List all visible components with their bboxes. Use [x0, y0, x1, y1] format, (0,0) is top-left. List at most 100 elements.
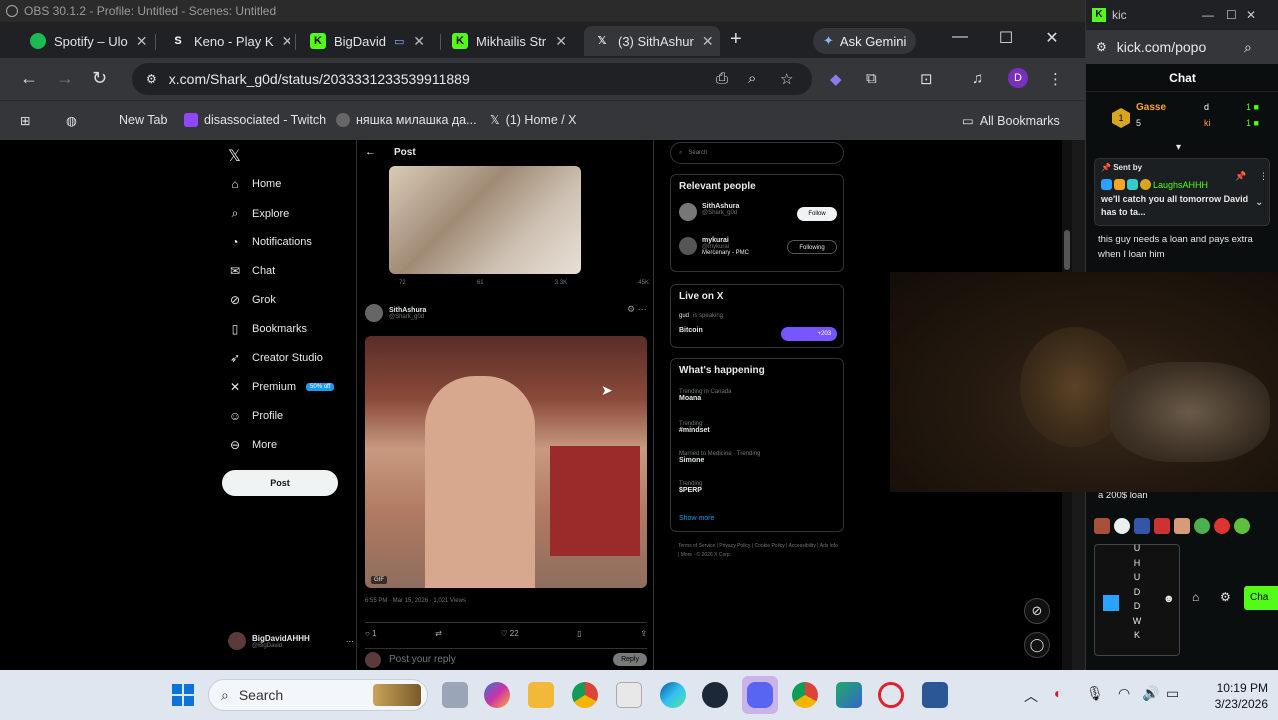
- live-on-x[interactable]: Live on X gud is speaking Bitcoin +203: [670, 284, 844, 348]
- tab-search-icon[interactable]: ⊡: [920, 70, 933, 88]
- maximize-button[interactable]: ☐: [996, 28, 1016, 48]
- follow-button[interactable]: Follow: [797, 207, 837, 221]
- install-app-icon[interactable]: ⎙: [716, 70, 728, 87]
- emote-icon[interactable]: [1094, 518, 1110, 534]
- emote-icon[interactable]: [1114, 518, 1130, 534]
- steam-icon[interactable]: [702, 682, 728, 708]
- close-icon[interactable]: ✕: [282, 33, 291, 50]
- battery-icon[interactable]: ▭: [1166, 685, 1179, 702]
- menu-icon[interactable]: ⋮: [1048, 70, 1063, 88]
- tab-mikhailis[interactable]: K Mikhailis Str ✕: [442, 26, 577, 56]
- chevron-down-icon[interactable]: ⌄: [1255, 197, 1263, 208]
- emote-icon[interactable]: [1154, 518, 1170, 534]
- address-bar[interactable]: ⚙ x.com/Shark_g0d/status/203333123353991…: [132, 63, 812, 95]
- tab-x-sithashura[interactable]: 𝕏 (3) SithAshur ✕: [584, 26, 720, 56]
- repost-icon[interactable]: ⇄: [435, 629, 442, 638]
- task-view-icon[interactable]: [442, 682, 468, 708]
- profile-avatar[interactable]: D: [1008, 68, 1028, 88]
- chat-input[interactable]: UHUDDWK ☻: [1094, 543, 1180, 656]
- microphone-icon[interactable]: 🎙: [1086, 685, 1104, 702]
- extensions-puzzle-icon[interactable]: ⧉: [866, 70, 877, 87]
- chevron-up-icon[interactable]: ︿: [1024, 686, 1038, 706]
- nav-profile[interactable]: ☺ Profile: [228, 409, 283, 423]
- site-info-icon[interactable]: ⚙: [1096, 40, 1107, 54]
- photos-icon[interactable]: [836, 682, 862, 708]
- edge-icon[interactable]: [660, 682, 686, 708]
- nav-explore[interactable]: ⌕ Explore: [228, 206, 290, 221]
- file-explorer-icon[interactable]: [528, 682, 554, 708]
- like-stat[interactable]: 3.3K: [555, 280, 567, 286]
- tab-keno[interactable]: S Keno - Play K ✕: [160, 26, 290, 56]
- post-button[interactable]: Post: [222, 470, 338, 496]
- apps-icon[interactable]: ⊞: [20, 113, 30, 128]
- share-icon[interactable]: ⇪: [640, 629, 647, 638]
- post-video[interactable]: GIF ➤: [365, 336, 647, 588]
- nav-bookmarks[interactable]: ▯ Bookmarks: [228, 322, 307, 336]
- reply-input[interactable]: Post your reply: [389, 654, 456, 665]
- more-icon[interactable]: ⚙ ···: [627, 304, 647, 315]
- views-stat[interactable]: 45K: [638, 280, 649, 286]
- site-info-icon[interactable]: ⚙: [146, 72, 157, 86]
- bookmark-new-tab[interactable]: New Tab: [119, 113, 167, 127]
- bookmark-star-icon[interactable]: ☆: [780, 70, 793, 88]
- trend-item[interactable]: Trending in Canada Moana: [679, 389, 837, 402]
- pinned-message[interactable]: 📌 Sent by LaughsAHHH we'll catch you all…: [1094, 158, 1270, 226]
- minimize-button[interactable]: —: [1202, 8, 1214, 22]
- pin-icon[interactable]: 📌: [1235, 171, 1246, 182]
- person-row[interactable]: SithAshura @Shark_g0d: [679, 203, 739, 221]
- nav-grok[interactable]: ⊘ Grok: [228, 293, 276, 307]
- emote-icon[interactable]: [1234, 518, 1250, 534]
- emoji-icon[interactable]: ☻: [1163, 593, 1175, 605]
- nav-premium[interactable]: ✕ Premium 50% off: [228, 380, 335, 394]
- back-button[interactable]: ←: [20, 68, 38, 89]
- nav-creator-studio[interactable]: ➶ Creator Studio: [228, 351, 323, 365]
- media-controls-icon[interactable]: ♫: [972, 70, 983, 87]
- emote-icon[interactable]: [1134, 518, 1150, 534]
- more-icon[interactable]: ⋮: [1259, 171, 1268, 182]
- x-logo-icon[interactable]: 𝕏: [228, 146, 241, 166]
- person-row[interactable]: mykurai @mykurai Mercenary - PMC: [679, 237, 749, 256]
- messages-float-icon[interactable]: ◯: [1024, 632, 1050, 658]
- emote-icon[interactable]: [1214, 518, 1230, 534]
- ask-gemini-button[interactable]: ✦ Ask Gemini: [813, 28, 917, 54]
- zoom-icon[interactable]: ⌕: [748, 70, 756, 87]
- more-icon[interactable]: ···: [346, 637, 354, 646]
- trend-item[interactable]: Trending $PERP: [679, 481, 837, 494]
- bookmark-icon[interactable]: ▯: [577, 629, 581, 638]
- emote-icon[interactable]: [1174, 518, 1190, 534]
- chevron-down-icon[interactable]: ▾: [1176, 142, 1181, 153]
- start-button[interactable]: [170, 682, 196, 708]
- tab-bigdavid[interactable]: K BigDavid ▭ ✕: [300, 26, 435, 56]
- kick-address-bar[interactable]: ⚙ kick.com/popo ⌕: [1086, 30, 1278, 64]
- close-window-button[interactable]: ✕: [1042, 28, 1062, 48]
- close-window-button[interactable]: ✕: [1246, 8, 1256, 22]
- like-icon[interactable]: ♡ 22: [500, 629, 518, 638]
- account-switcher[interactable]: BigDavidAHHH @BigDavid ···: [228, 632, 354, 650]
- nav-more[interactable]: ⊖ More: [228, 438, 277, 452]
- gift-icon[interactable]: ⌂: [1192, 590, 1199, 604]
- emote-icon[interactable]: [1194, 518, 1210, 534]
- close-icon[interactable]: ✕: [702, 33, 714, 50]
- following-button[interactable]: Following: [787, 240, 837, 254]
- gear-icon[interactable]: ⚙: [1220, 590, 1231, 604]
- chrome-icon[interactable]: [572, 682, 598, 708]
- reply-stat[interactable]: 72: [399, 280, 406, 286]
- maximize-button[interactable]: ☐: [1226, 8, 1237, 22]
- taskbar-search[interactable]: ⌕ Search: [208, 679, 428, 711]
- quoted-image[interactable]: [389, 166, 581, 274]
- globe-icon[interactable]: ◍: [66, 113, 77, 128]
- copilot-icon[interactable]: [484, 682, 510, 708]
- chrome-profile-icon[interactable]: [792, 682, 818, 708]
- new-tab-button[interactable]: +: [730, 28, 742, 51]
- store-icon[interactable]: [616, 682, 642, 708]
- reply-icon[interactable]: ○ 1: [365, 629, 377, 638]
- footer-links[interactable]: Terms of Service | Privacy Policy | Cook…: [678, 542, 838, 560]
- live-listeners[interactable]: +203: [781, 327, 837, 341]
- zoom-icon[interactable]: ⌕: [1244, 39, 1252, 56]
- repost-stat[interactable]: 61: [477, 280, 484, 286]
- tab-spotify[interactable]: Spotify – Ulo ✕: [20, 26, 150, 56]
- close-icon[interactable]: ✕: [413, 33, 425, 50]
- reload-button[interactable]: ↻: [92, 68, 107, 89]
- extension-icon[interactable]: ◆: [830, 70, 842, 88]
- bookmark-twitch[interactable]: disassociated - Twitch: [184, 113, 326, 127]
